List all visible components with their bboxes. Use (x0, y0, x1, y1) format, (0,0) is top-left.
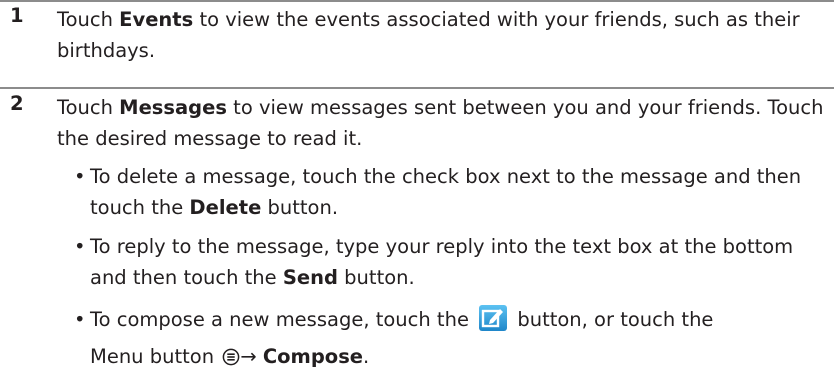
step-number-1: 1 (10, 4, 24, 27)
bullet-compose-message: • To compose a new message, touch the bu… (73, 301, 828, 375)
step-number-2: 2 (10, 92, 24, 115)
messages-term: Messages (119, 96, 227, 119)
arrow-glyph: → (240, 345, 263, 368)
menu-button-icon (222, 348, 240, 366)
bullet-dot: • (74, 308, 86, 331)
step-2-text: Touch Messages to view messages sent bet… (57, 96, 824, 150)
step-1-text: Touch Events to view the events associat… (57, 8, 800, 62)
delete-term: Delete (189, 196, 262, 219)
bullet-dot: • (74, 165, 86, 188)
step-divider (0, 87, 834, 89)
compose-term: Compose (262, 345, 364, 368)
events-term: Events (119, 8, 194, 31)
compose-message-icon (479, 305, 508, 331)
send-term: Send (282, 266, 338, 289)
bullet-reply-message: • To reply to the message, type your rep… (73, 231, 828, 293)
top-rule (0, 0, 834, 2)
bullet-delete-message: • To delete a message, touch the check b… (73, 161, 828, 223)
bullet-dot: • (74, 235, 86, 258)
